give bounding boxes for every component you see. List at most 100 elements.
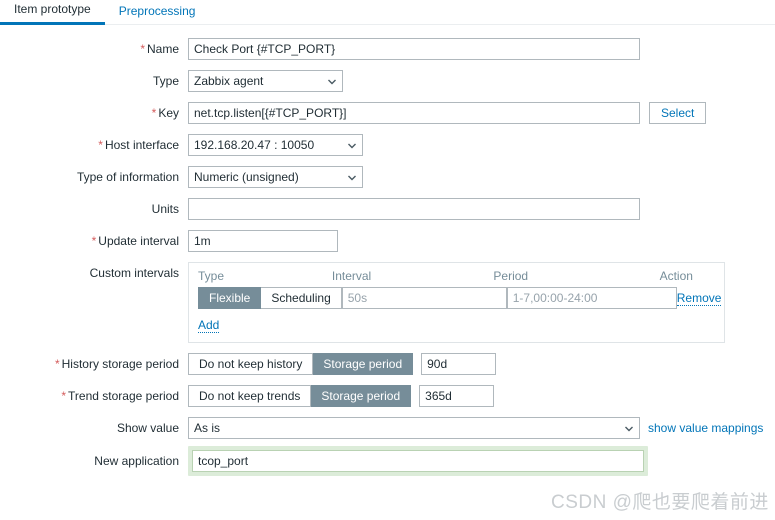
label-type-of-information: Type of information <box>0 166 188 188</box>
label-host-interface-text: Host interface <box>104 138 179 152</box>
tab-preprocessing-label: Preprocessing <box>118 4 196 18</box>
field-history-storage-period: Do not keep history Storage period <box>188 353 497 375</box>
label-name: * Name <box>0 38 188 60</box>
label-new-application-text: New application <box>94 454 179 468</box>
row-name: * Name <box>0 38 775 60</box>
label-trend-storage-period-text: Trend storage period <box>68 389 179 403</box>
field-show-value: As is show value mappings <box>188 417 763 439</box>
field-update-interval <box>188 230 338 252</box>
row-show-value: Show value As is show value mappings <box>0 417 775 439</box>
trend-storage-period-input[interactable] <box>419 385 495 407</box>
label-type: Type <box>0 70 188 92</box>
field-host-interface: 192.168.20.47 : 10050 <box>188 134 363 156</box>
custom-interval-input[interactable] <box>341 287 507 309</box>
row-custom-intervals: Custom intervals Type Interval Period Ac… <box>0 262 775 343</box>
label-show-value: Show value <box>0 417 188 439</box>
chevron-down-icon <box>327 77 336 86</box>
field-type-of-information: Numeric (unsigned) <box>188 166 363 188</box>
custom-intervals-action-cell: Remove <box>676 291 722 306</box>
label-units: Units <box>0 198 188 220</box>
row-new-application: New application <box>0 446 775 476</box>
units-input[interactable] <box>188 198 640 220</box>
label-trend-storage-period: * Trend storage period <box>0 385 188 407</box>
host-interface-select[interactable]: 192.168.20.47 : 10050 <box>188 134 363 156</box>
chevron-down-icon <box>347 173 356 182</box>
field-type: Zabbix agent <box>188 70 343 92</box>
update-interval-input[interactable] <box>188 230 338 252</box>
field-trend-storage-period: Do not keep trends Storage period <box>188 385 495 407</box>
item-prototype-form: *Name Type Zabbix agent *Key Select *Hos… <box>0 25 775 476</box>
tab-bar: Item prototype Preprocessing <box>0 0 775 25</box>
custom-period-input[interactable] <box>506 287 677 309</box>
label-custom-intervals: Custom intervals <box>0 262 188 284</box>
name-input[interactable] <box>188 38 640 60</box>
field-new-application <box>188 446 648 476</box>
label-history-storage-period-text: History storage period <box>61 357 179 371</box>
row-update-interval: * Update interval <box>0 230 775 252</box>
field-name <box>188 38 640 60</box>
label-custom-intervals-text: Custom intervals <box>89 266 179 280</box>
type-of-information-select[interactable]: Numeric (unsigned) <box>188 166 363 188</box>
show-value-mappings-link[interactable]: show value mappings <box>648 421 763 435</box>
custom-intervals-period-cell <box>506 287 677 309</box>
label-update-interval: * Update interval <box>0 230 188 252</box>
label-key-text: Key <box>158 106 179 120</box>
tab-item-prototype-label: Item prototype <box>14 2 91 16</box>
interval-type-scheduling-option[interactable]: Scheduling <box>261 287 342 309</box>
history-storage-period-input[interactable] <box>421 353 497 375</box>
type-of-information-select-value: Numeric (unsigned) <box>194 170 299 184</box>
label-update-interval-text: Update interval <box>98 234 179 248</box>
field-key: Select <box>188 102 707 124</box>
trend-storage-period-option[interactable]: Storage period <box>311 385 412 407</box>
label-key: * Key <box>0 102 188 124</box>
custom-intervals-table: Type Interval Period Action Flexible Sch… <box>188 262 725 343</box>
tab-preprocessing[interactable]: Preprocessing <box>105 4 210 24</box>
custom-intervals-type-cell: Flexible Scheduling <box>198 287 342 309</box>
custom-intervals-interval-cell <box>341 287 507 309</box>
new-application-input[interactable] <box>192 450 644 472</box>
row-type-of-information: Type of information Numeric (unsigned) <box>0 166 775 188</box>
label-units-text: Units <box>151 202 179 216</box>
key-input[interactable] <box>188 102 640 124</box>
field-units <box>188 198 640 220</box>
row-trend-storage-period: * Trend storage period Do not keep trends… <box>0 385 775 407</box>
interval-type-toggle: Flexible Scheduling <box>198 287 342 309</box>
add-interval-link[interactable]: Add <box>198 318 220 333</box>
remove-interval-link[interactable]: Remove <box>676 291 722 306</box>
type-select[interactable]: Zabbix agent <box>188 70 343 92</box>
label-type-of-information-text: Type of information <box>76 170 179 184</box>
custom-intervals-header-period: Period <box>493 269 529 283</box>
row-key: *Key Select <box>0 102 775 124</box>
custom-intervals-add-row: Add <box>198 318 715 333</box>
history-storage-toggle: Do not keep history Storage period <box>188 353 414 375</box>
select-key-button[interactable]: Select <box>649 102 707 124</box>
interval-type-flexible-option[interactable]: Flexible <box>198 287 262 309</box>
history-do-not-keep-option[interactable]: Do not keep history <box>188 353 314 375</box>
show-value-select-value: As is <box>194 421 221 435</box>
label-name-text: Name <box>146 42 179 56</box>
show-value-select[interactable]: As is <box>188 417 640 439</box>
watermark: CSDN @爬也要爬着前进 <box>551 492 769 513</box>
required-marker-trend: * <box>61 389 67 403</box>
required-marker-key: * <box>151 106 157 120</box>
new-application-focus-glow <box>188 446 648 476</box>
custom-intervals-header-type: Type <box>198 269 225 283</box>
required-marker-update-interval: * <box>91 234 97 248</box>
label-type-text: Type <box>152 74 179 88</box>
row-host-interface: * Host interface 192.168.20.47 : 10050 <box>0 134 775 156</box>
label-host-interface: * Host interface <box>0 134 188 156</box>
custom-intervals-header-action: Action <box>659 269 693 283</box>
required-marker-name: * <box>140 42 145 56</box>
label-new-application: New application <box>0 446 188 476</box>
host-interface-select-value: 192.168.20.47 : 10050 <box>194 138 315 152</box>
trend-do-not-keep-option[interactable]: Do not keep trends <box>188 385 312 407</box>
label-history-storage-period: * History storage period <box>0 353 188 375</box>
row-type: Type Zabbix agent <box>0 70 775 92</box>
required-marker-host-interface: * <box>98 138 103 152</box>
trend-storage-toggle: Do not keep trends Storage period <box>188 385 412 407</box>
type-select-value: Zabbix agent <box>194 74 264 88</box>
tab-item-prototype[interactable]: Item prototype <box>0 2 105 25</box>
custom-intervals-header-interval: Interval <box>331 269 372 283</box>
history-storage-period-option[interactable]: Storage period <box>313 353 414 375</box>
custom-intervals-header: Type Interval Period Action <box>198 269 715 283</box>
